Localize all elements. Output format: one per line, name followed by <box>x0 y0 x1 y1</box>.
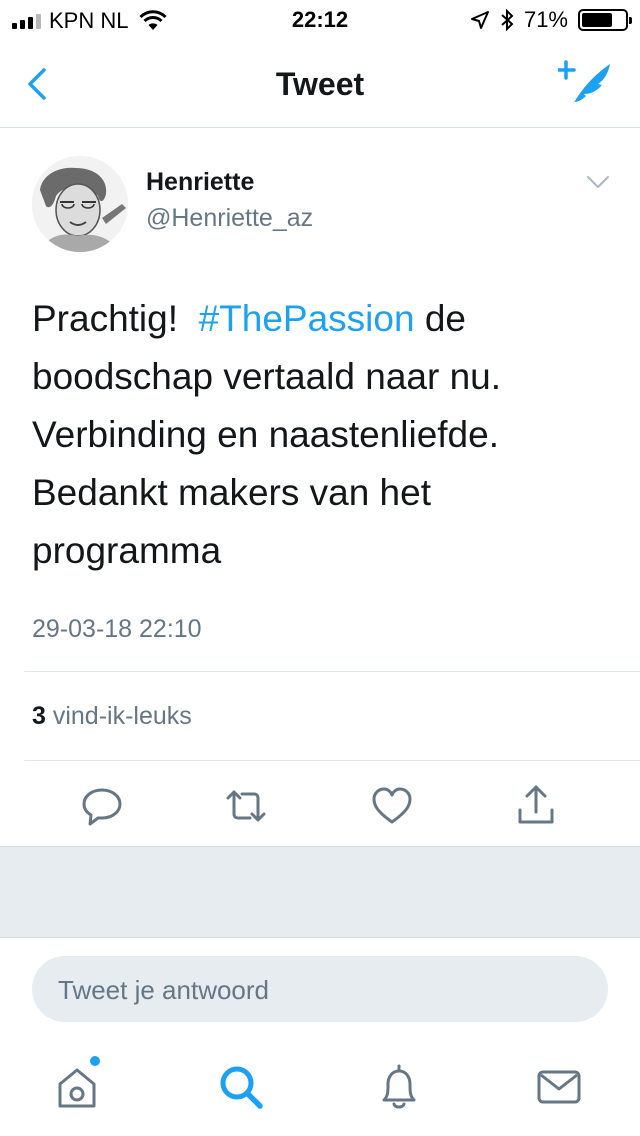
battery-icon <box>578 9 632 31</box>
hashtag-link[interactable]: #ThePassion <box>199 298 415 339</box>
share-icon[interactable] <box>514 784 558 828</box>
retweet-icon[interactable] <box>224 784 268 828</box>
divider <box>24 760 640 761</box>
navigation-bar: Tweet <box>0 40 640 128</box>
search-icon[interactable] <box>216 1062 266 1112</box>
reply-input[interactable]: Tweet je antwoord <box>32 956 608 1022</box>
tweet-text: Prachtig! #ThePassion de boodschap verta… <box>32 290 592 580</box>
like-count-number: 3 <box>32 702 46 730</box>
tweet-text-prefix: Prachtig! <box>32 298 199 339</box>
status-bar: KPN NL 22:12 71% <box>0 0 640 40</box>
reply-placeholder: Tweet je antwoord <box>58 975 270 1005</box>
battery-percent: 71% <box>523 7 568 32</box>
notifications-icon[interactable] <box>374 1062 424 1112</box>
location-arrow-icon <box>470 11 489 29</box>
chevron-down-icon[interactable] <box>586 174 610 190</box>
notification-dot <box>90 1056 100 1066</box>
author-name[interactable]: Henriette <box>146 168 254 197</box>
tab-bar <box>0 1036 640 1136</box>
reply-icon[interactable] <box>80 784 124 828</box>
messages-icon[interactable] <box>534 1062 584 1112</box>
like-count-label: vind-ik-leuks <box>45 702 192 730</box>
bluetooth-icon <box>501 9 514 31</box>
avatar[interactable] <box>32 156 128 252</box>
divider <box>24 671 640 672</box>
tweet-timestamp: 29-03-18 22:10 <box>32 615 202 643</box>
page-title: Tweet <box>275 66 365 102</box>
home-icon[interactable] <box>52 1062 102 1112</box>
compose-tweet-icon[interactable] <box>558 58 614 110</box>
heart-icon[interactable] <box>370 784 414 828</box>
likes-count[interactable]: 3 vind-ik-leuks <box>32 702 192 731</box>
author-handle[interactable]: @Henriette_az <box>146 204 313 233</box>
replies-section <box>0 846 640 938</box>
tweet-actions <box>0 784 640 844</box>
